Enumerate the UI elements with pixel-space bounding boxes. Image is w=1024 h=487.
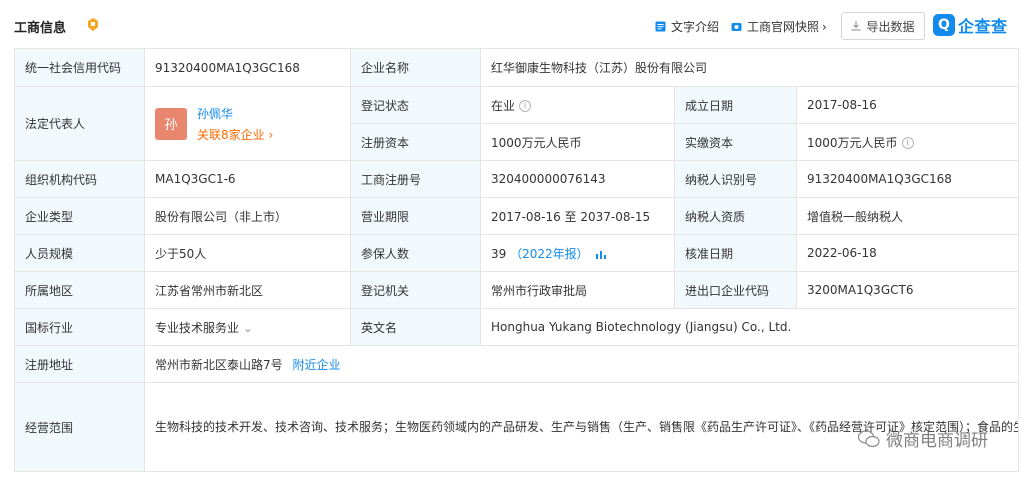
approve-date-value: 2022-06-18 [795, 234, 1020, 272]
org-code-value: MA1Q3GC1-6 [144, 160, 351, 198]
qichacha-logo: Q 企查查 [933, 12, 1008, 38]
text-intro-label: 文字介绍 [671, 20, 720, 34]
scope-label: 经营范围 [14, 382, 145, 472]
paid-capital-label: 实缴资本 [674, 123, 797, 161]
company-type-value: 股份有限公司（非上市） [144, 197, 351, 235]
info-icon[interactable]: i [901, 137, 914, 149]
legal-rep-name-link[interactable]: 孙佩华 [197, 105, 273, 122]
snapshot-button[interactable]: 工商官网快照 › [731, 18, 827, 35]
taxpayer-qual-label: 纳税人资质 [674, 197, 797, 235]
logo-mark: Q [933, 14, 955, 36]
english-name-label: 英文名 [350, 308, 481, 346]
table-row: 法定代表人 孙 孙佩华 关联8家企业 › 登记状态 在业 i 成立日期 2017-… [14, 86, 1020, 161]
reg-address-cell: 常州市新北区泰山路7号 附近企业 [143, 345, 1020, 383]
company-name-value: 红华御康生物科技（江苏）股份有限公司 [479, 48, 1020, 87]
ie-code-label: 进出口企业代码 [674, 271, 797, 309]
export-label: 导出数据 [866, 19, 915, 34]
download-icon [851, 21, 861, 31]
reg-status-cell: 在业 i [480, 86, 675, 124]
table-row: 国标行业 专业技术服务业 ⌄ 英文名 Honghua Yukang Biotec… [14, 308, 1020, 346]
taxpayer-id-label: 纳税人识别号 [674, 160, 797, 198]
biz-term-value: 2017-08-16 至 2037-08-15 [480, 197, 675, 235]
legal-rep-cell: 孙 孙佩华 关联8家企业 › [144, 86, 351, 161]
chart-icon[interactable] [595, 249, 607, 260]
insured-label: 参保人数 [350, 234, 481, 272]
avatar: 孙 [155, 107, 187, 140]
snapshot-label: 工商官网快照 [747, 20, 820, 34]
org-code-label: 组织机构代码 [14, 160, 145, 198]
staff-size-label: 人员规模 [14, 234, 145, 272]
chevron-down-icon: ⌄ [242, 320, 253, 335]
badge-icon [88, 18, 98, 31]
reg-authority-label: 登记机关 [350, 271, 481, 309]
company-name-label: 企业名称 [350, 48, 481, 87]
watermark: 微商电商调研 [858, 426, 988, 451]
legal-rep-label: 法定代表人 [14, 86, 145, 161]
nearby-companies-link[interactable]: 附近企业 [292, 358, 340, 372]
biz-term-label: 营业期限 [350, 197, 481, 235]
reg-authority-value: 常州市行政审批局 [480, 271, 675, 309]
paid-capital-value: 1000万元人民币 [807, 135, 898, 150]
region-value: 江苏省常州市新北区 [144, 271, 351, 309]
insured-cell: 39 （2022年报） [480, 234, 675, 272]
camera-icon [731, 23, 742, 31]
reg-address-label: 注册地址 [14, 345, 145, 383]
table-row: 人员规模 少于50人 参保人数 39 （2022年报） 核准日期 2022-06… [14, 234, 1020, 272]
company-type-label: 企业类型 [14, 197, 145, 235]
chevron-right-icon: › [822, 19, 827, 34]
founded-label: 成立日期 [674, 86, 797, 124]
chevron-right-icon: › [268, 127, 274, 142]
approve-date-label: 核准日期 [674, 234, 797, 272]
table-row: 企业类型 股份有限公司（非上市） 营业期限 2017-08-16 至 2037-… [14, 197, 1020, 235]
industry-cell[interactable]: 专业技术服务业 ⌄ [144, 308, 351, 346]
table-row: 组织机构代码 MA1Q3GC1-6 工商注册号 320400000076143 … [14, 160, 1020, 198]
ie-code-value: 3200MA1Q3GCT6 [795, 271, 1020, 309]
staff-size-value: 少于50人 [144, 234, 351, 272]
reg-status-label: 登记状态 [350, 86, 481, 124]
reg-capital-value: 1000万元人民币 [480, 123, 675, 161]
wechat-icon [858, 429, 880, 447]
taxpayer-qual-value: 增值税一般纳税人 [795, 197, 1020, 235]
table-row: 统一社会信用代码 91320400MA1Q3GC168 企业名称 红华御康生物科… [14, 48, 1020, 87]
info-icon[interactable]: i [519, 100, 532, 112]
annual-report-link[interactable]: （2022年报） [510, 247, 589, 261]
biz-reg-no-label: 工商注册号 [350, 160, 481, 198]
biz-reg-no-value: 320400000076143 [480, 160, 675, 198]
related-companies-link[interactable]: 关联8家企业 › [197, 126, 273, 143]
english-name-value: Honghua Yukang Biotechnology (Jiangsu) C… [479, 308, 1020, 346]
table-row: 所属地区 江苏省常州市新北区 登记机关 常州市行政审批局 进出口企业代码 320… [14, 271, 1020, 309]
section-header: 工商信息 文字介绍 工商官网快照 › 导出数据 Q 企查查 [0, 0, 1024, 52]
reg-status-value: 在业 [491, 98, 516, 113]
reg-capital-label: 注册资本 [350, 123, 481, 161]
region-label: 所属地区 [14, 271, 145, 309]
industry-label: 国标行业 [14, 308, 145, 346]
text-intro-button[interactable]: 文字介绍 [655, 18, 719, 35]
related-companies-label: 关联8家企业 [197, 127, 265, 142]
reg-address-value: 常州市新北区泰山路7号 [155, 357, 283, 372]
export-button[interactable]: 导出数据 [841, 12, 925, 40]
industry-value: 专业技术服务业 [155, 320, 240, 335]
credit-code-label: 统一社会信用代码 [14, 48, 145, 87]
credit-code-value: 91320400MA1Q3GC168 [144, 48, 351, 87]
section-title: 工商信息 [14, 21, 67, 36]
document-icon [655, 21, 666, 32]
insured-value: 39 [491, 246, 507, 261]
founded-value: 2017-08-16 [795, 86, 1020, 124]
paid-capital-cell: 1000万元人民币 i [795, 123, 1020, 161]
watermark-text: 微商电商调研 [886, 431, 988, 451]
table-row: 注册地址 常州市新北区泰山路7号 附近企业 [14, 345, 1020, 383]
logo-text: 企查查 [958, 17, 1008, 36]
taxpayer-id-value: 91320400MA1Q3GC168 [795, 160, 1020, 198]
business-info-table: 统一社会信用代码 91320400MA1Q3GC168 企业名称 红华御康生物科… [14, 48, 1020, 472]
